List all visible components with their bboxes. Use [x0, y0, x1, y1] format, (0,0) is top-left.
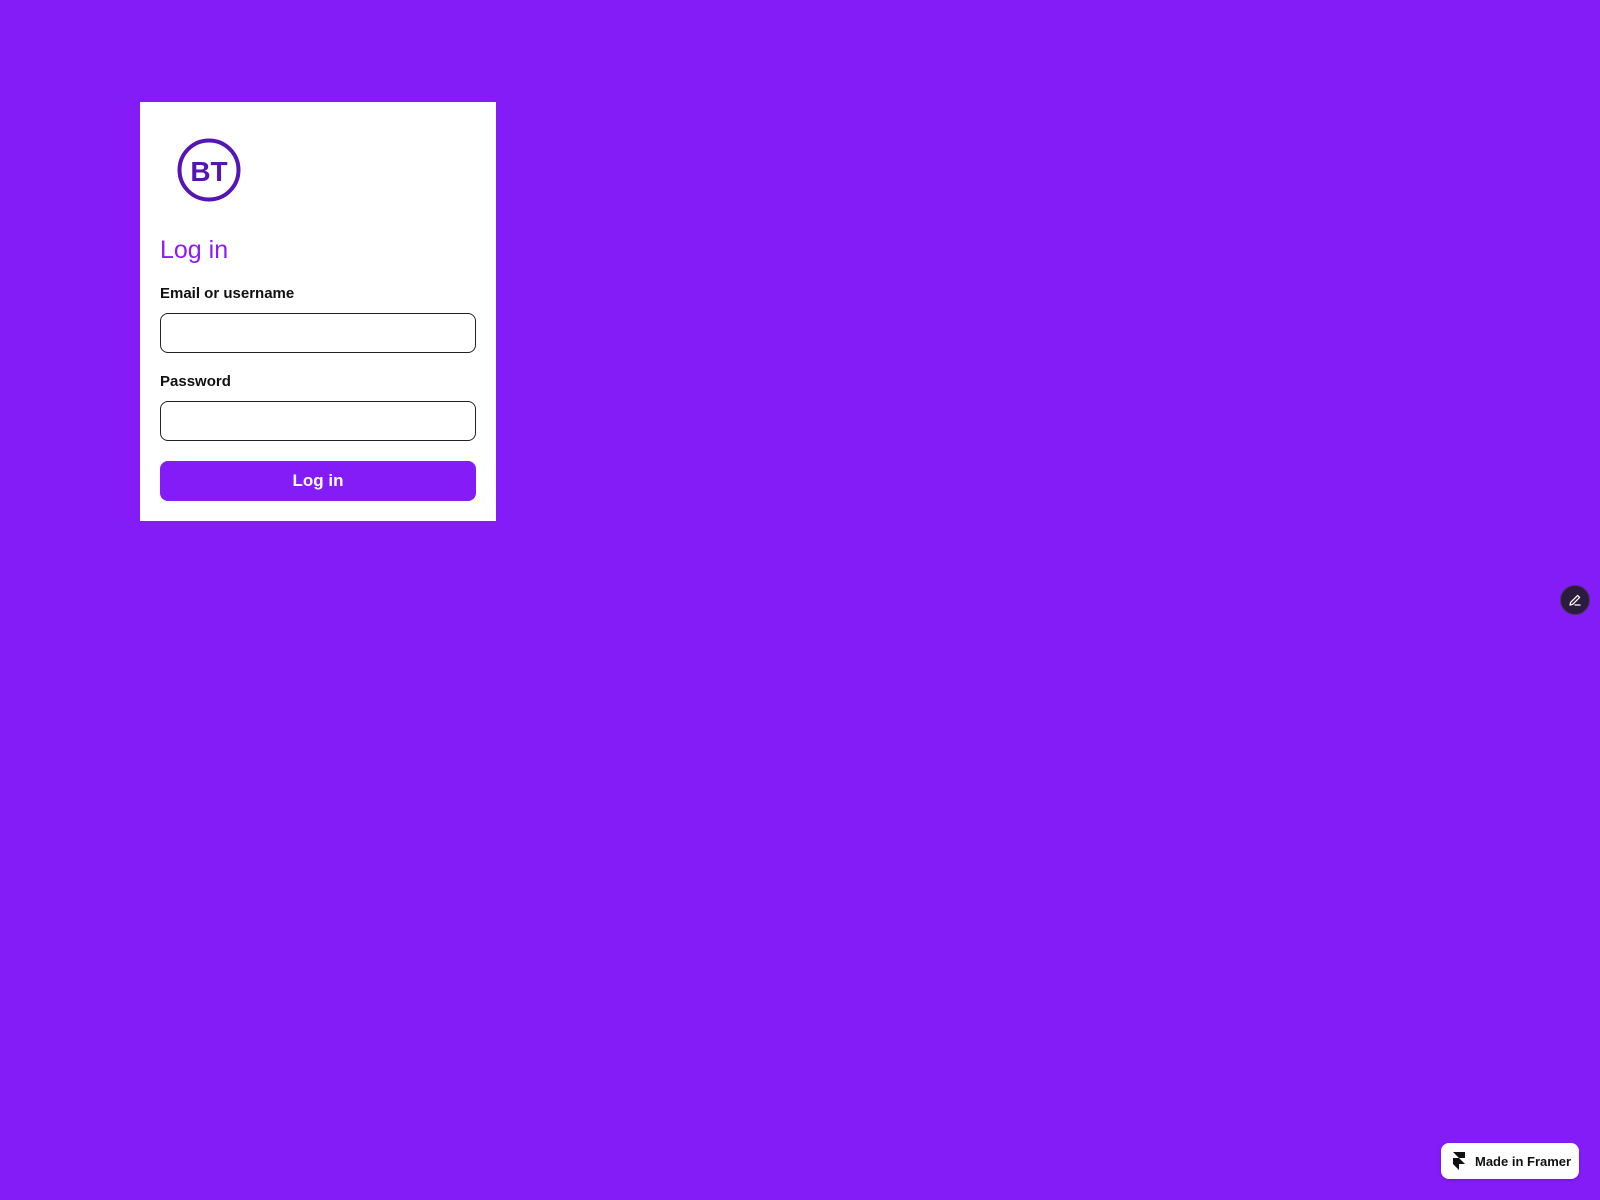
made-in-framer-badge[interactable]: Made in Framer: [1441, 1143, 1579, 1179]
email-field-label: Email or username: [160, 285, 295, 302]
password-field[interactable]: [160, 401, 476, 441]
page-title: Log in: [160, 236, 229, 264]
framer-icon: [1453, 1152, 1465, 1170]
framer-badge-label: Made in Framer: [1475, 1153, 1572, 1169]
email-field[interactable]: [160, 313, 476, 353]
page-background: BT Log in Email or username Password Log…: [0, 0, 1600, 1200]
login-button[interactable]: Log in: [160, 461, 476, 501]
bt-logo-icon: BT: [177, 138, 241, 202]
password-field-label: Password: [160, 373, 231, 390]
edit-button[interactable]: [1560, 585, 1590, 615]
pencil-icon: [1569, 594, 1581, 606]
bt-logo-text: BT: [190, 156, 227, 187]
login-card: BT Log in Email or username Password Log…: [140, 102, 496, 521]
